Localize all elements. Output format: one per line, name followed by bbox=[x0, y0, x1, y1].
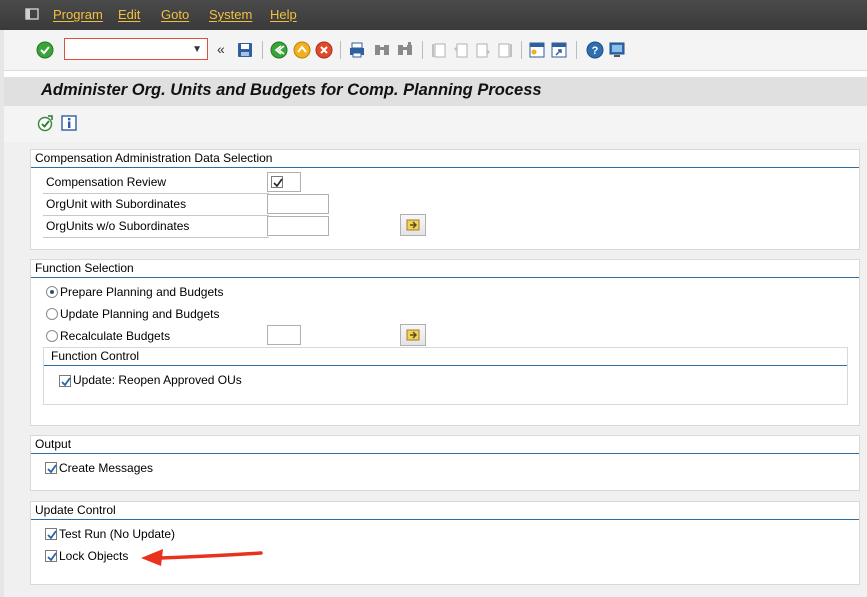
first-page-icon[interactable] bbox=[430, 41, 448, 59]
save-icon[interactable] bbox=[236, 41, 254, 59]
enter-icon[interactable] bbox=[36, 41, 54, 59]
group-divider bbox=[44, 365, 847, 366]
print-icon[interactable] bbox=[348, 41, 366, 59]
test-run-checkbox[interactable] bbox=[45, 528, 57, 540]
menu-edit[interactable]: Edit bbox=[118, 7, 140, 22]
annotation-arrow bbox=[141, 549, 263, 566]
menu-icon[interactable] bbox=[25, 7, 39, 21]
menu-system[interactable]: System bbox=[209, 7, 252, 22]
arrow-right-icon bbox=[406, 219, 420, 231]
group-divider bbox=[31, 519, 859, 520]
create-messages-label: Create Messages bbox=[59, 461, 154, 475]
toolbar-separator bbox=[576, 41, 577, 59]
menu-bar: Program Edit Goto System Help bbox=[0, 0, 867, 30]
layout-icon[interactable] bbox=[608, 41, 626, 59]
toolbar-separator bbox=[262, 41, 263, 59]
data-selection-group: Compensation Administration Data Selecti… bbox=[30, 149, 860, 250]
find-icon[interactable] bbox=[373, 41, 391, 59]
test-run-label: Test Run (No Update) bbox=[59, 527, 176, 541]
reopen-approved-checkbox[interactable] bbox=[59, 375, 71, 387]
exit-icon[interactable] bbox=[293, 41, 311, 59]
title-bar: Administer Org. Units and Budgets for Co… bbox=[4, 77, 867, 106]
chevron-down-icon[interactable]: ▼ bbox=[192, 44, 202, 55]
svg-text:?: ? bbox=[592, 45, 599, 57]
function-selection-group: Function Selection Prepare Planning and … bbox=[30, 259, 860, 426]
recalculate-label: Recalculate Budgets bbox=[60, 329, 171, 343]
recalculate-selection-button[interactable] bbox=[400, 324, 426, 346]
group-divider bbox=[31, 453, 859, 454]
lock-objects-checkbox[interactable] bbox=[45, 550, 57, 562]
orgunit-with-subordinates-field[interactable] bbox=[267, 194, 329, 214]
menu-help[interactable]: Help bbox=[270, 7, 297, 22]
function-control-group: Function Control Update: Reopen Approved… bbox=[43, 347, 848, 405]
command-field[interactable]: ▼ bbox=[64, 38, 208, 60]
group-title: Function Selection bbox=[35, 261, 134, 275]
output-group: Output Create Messages bbox=[30, 435, 860, 491]
update-label: Update Planning and Budgets bbox=[60, 307, 220, 321]
next-page-icon[interactable] bbox=[474, 41, 492, 59]
orgunits-without-subordinates-label: OrgUnits w/o Subordinates bbox=[46, 219, 190, 233]
group-title: Function Control bbox=[51, 349, 140, 363]
orgunit-with-subordinates-label: OrgUnit with Subordinates bbox=[46, 197, 187, 211]
reopen-approved-label: Update: Reopen Approved OUs bbox=[73, 373, 242, 387]
compensation-review-checkbox[interactable] bbox=[271, 176, 283, 188]
menu-goto[interactable]: Goto bbox=[161, 7, 189, 22]
recalculate-field[interactable] bbox=[267, 325, 301, 345]
compensation-review-label: Compensation Review bbox=[46, 175, 167, 189]
help-icon[interactable]: ? bbox=[586, 41, 604, 59]
update-radio[interactable] bbox=[46, 308, 58, 320]
cancel-icon[interactable] bbox=[315, 41, 333, 59]
orgunits-without-subordinates-field[interactable] bbox=[267, 216, 329, 236]
info-icon[interactable] bbox=[61, 115, 77, 131]
compensation-review-field[interactable] bbox=[267, 172, 301, 192]
menu-program[interactable]: Program bbox=[53, 7, 103, 22]
lock-objects-label: Lock Objects bbox=[59, 549, 129, 563]
toolbar-separator bbox=[340, 41, 341, 59]
arrow-right-icon bbox=[406, 329, 420, 341]
group-title: Output bbox=[35, 437, 72, 451]
prepare-label: Prepare Planning and Budgets bbox=[60, 285, 224, 299]
group-title: Update Control bbox=[35, 503, 116, 517]
toolbar-separator bbox=[521, 41, 522, 59]
create-session-icon[interactable] bbox=[528, 41, 546, 59]
find-next-icon[interactable] bbox=[396, 41, 414, 59]
shortcut-icon[interactable] bbox=[550, 41, 568, 59]
recalculate-radio[interactable] bbox=[46, 330, 58, 342]
page-title: Administer Org. Units and Budgets for Co… bbox=[41, 81, 542, 99]
previous-page-icon[interactable] bbox=[452, 41, 470, 59]
create-messages-checkbox[interactable] bbox=[45, 462, 57, 474]
group-divider bbox=[31, 277, 859, 278]
back-icon[interactable] bbox=[270, 41, 288, 59]
system-toolbar: ▼ « ? bbox=[4, 30, 867, 71]
last-page-icon[interactable] bbox=[496, 41, 514, 59]
execute-icon[interactable] bbox=[37, 115, 54, 132]
toolbar-separator bbox=[422, 41, 423, 59]
collapse-command-icon[interactable]: « bbox=[217, 41, 225, 57]
group-divider bbox=[31, 167, 859, 168]
application-toolbar bbox=[4, 106, 867, 142]
prepare-radio[interactable] bbox=[46, 286, 58, 298]
group-title: Compensation Administration Data Selecti… bbox=[35, 151, 273, 165]
orgunit-selection-button[interactable] bbox=[400, 214, 426, 236]
